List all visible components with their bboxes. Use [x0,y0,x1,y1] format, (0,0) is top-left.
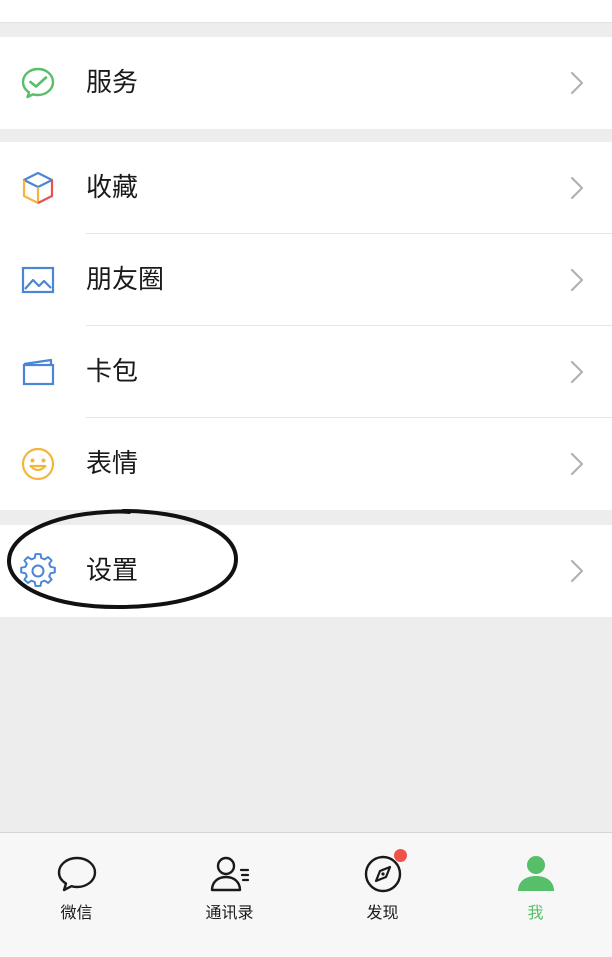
menu-item-favorites[interactable]: 收藏 [0,142,612,234]
features-group: 收藏 朋友圈 卡包 表情 [0,142,612,510]
tab-contacts[interactable]: 通讯录 [153,833,306,957]
top-section-edge [0,0,612,23]
contacts-icon [209,853,251,895]
menu-item-label: 服务 [86,68,139,98]
gear-icon [20,553,56,589]
menu-item-services[interactable]: 服务 [0,37,612,129]
services-group: 服务 [0,37,612,129]
chevron-right-icon [570,176,584,200]
chevron-right-icon [570,360,584,384]
menu-item-label: 表情 [86,449,139,479]
chevron-right-icon [570,71,584,95]
card-wallet-icon [20,354,56,390]
tab-label: 微信 [60,903,93,922]
me-page-screen: 服务 收藏 朋友圈 卡包 表情 设置 微信 通讯录 发现 我 [0,0,612,957]
tab-label: 发现 [366,903,399,922]
picture-icon [20,262,56,298]
chevron-right-icon [570,452,584,476]
menu-item-settings[interactable]: 设置 [0,525,612,617]
settings-group: 设置 [0,525,612,617]
person-icon [515,853,557,895]
tab-discover[interactable]: 发现 [306,833,459,957]
chat-bubble-icon [56,853,98,895]
notification-dot-badge [394,849,407,862]
tab-label: 通讯录 [205,903,254,922]
menu-item-label: 设置 [86,556,139,586]
menu-item-stickers[interactable]: 表情 [0,418,612,510]
chevron-right-icon [570,268,584,292]
chevron-right-icon [570,559,584,583]
menu-item-label: 朋友圈 [86,265,165,295]
tab-me[interactable]: 我 [459,833,612,957]
tab-chats[interactable]: 微信 [0,833,153,957]
cube-icon [20,170,56,206]
menu-item-cards[interactable]: 卡包 [0,326,612,418]
menu-item-moments[interactable]: 朋友圈 [0,234,612,326]
tab-label: 我 [527,903,544,922]
menu-item-label: 收藏 [86,173,139,203]
menu-item-label: 卡包 [86,357,139,387]
bottom-tab-bar: 微信 通讯录 发现 我 [0,832,612,957]
wechat-pay-check-icon [20,65,56,101]
smiley-icon [20,446,56,482]
